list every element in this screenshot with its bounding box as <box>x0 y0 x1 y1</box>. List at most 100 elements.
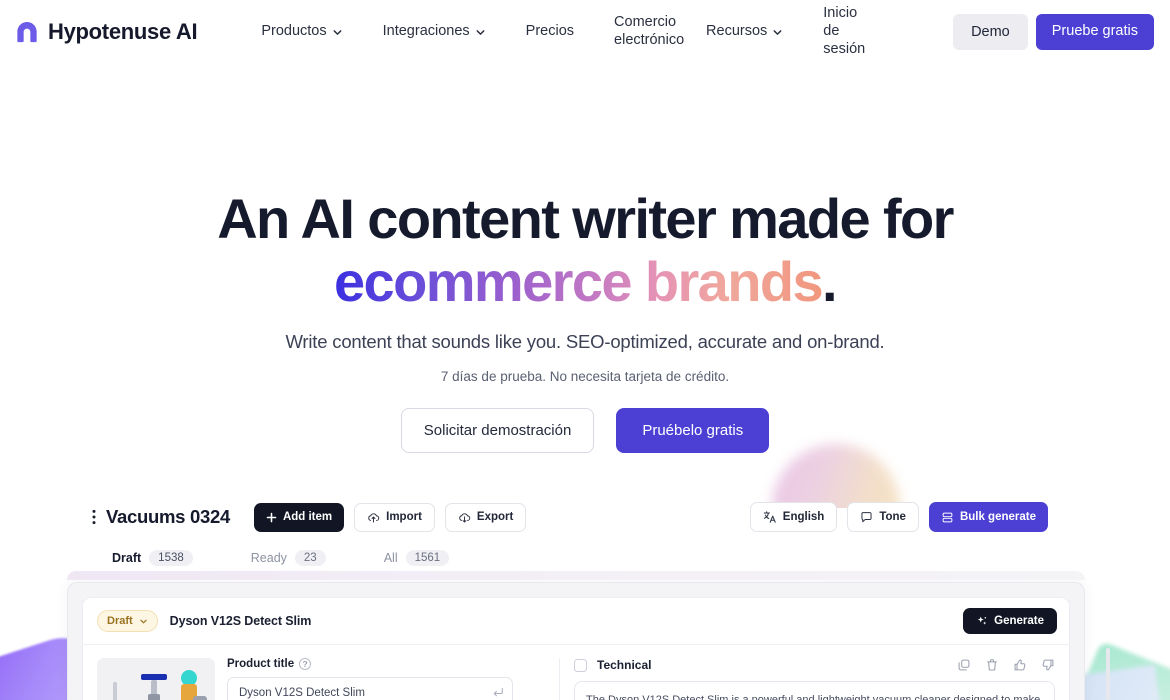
hero-trial-note: 7 días de prueba. No necesita tarjeta de… <box>440 369 730 385</box>
product-thumbnail <box>97 658 215 700</box>
nav-item-label: Recursos <box>706 23 768 40</box>
tab-count: 1561 <box>405 550 450 566</box>
headline-line-1: An AI content writer made for <box>217 187 954 250</box>
info-circle-icon[interactable]: ? <box>299 658 312 670</box>
import-button[interactable]: Import <box>354 502 435 532</box>
nav-item-label: Precios <box>525 23 575 40</box>
enter-return-icon[interactable] <box>492 686 504 698</box>
toolbar-button-label: English <box>782 511 825 523</box>
output-header: Technical <box>574 658 1055 672</box>
nav-item-inicio-de-sesion[interactable]: Inicio de sesión <box>803 0 895 65</box>
generate-button-label: Generate <box>994 615 1044 627</box>
stacked-rows-icon <box>942 512 953 522</box>
landing-page: Hypotenuse AI Productos Integraciones Pr… <box>0 0 1170 700</box>
top-navigation-bar: Hypotenuse AI Productos Integraciones Pr… <box>0 0 1170 64</box>
nav-links: Productos Integraciones Precios Comercio… <box>241 0 953 65</box>
chevron-down-icon <box>333 29 342 35</box>
free-trial-button[interactable]: Pruebe gratis <box>1035 14 1154 50</box>
toolbar-button-label: Export <box>476 511 514 523</box>
output-checkbox[interactable] <box>574 658 587 672</box>
chat-bubble-icon <box>861 511 872 522</box>
tab-label: Ready <box>250 551 287 565</box>
brand-logo[interactable]: Hypotenuse AI <box>14 19 198 45</box>
nav-item-label: Integraciones <box>382 23 470 40</box>
panel-scrollbar[interactable] <box>1106 648 1110 700</box>
vacuum-product-image <box>113 670 207 700</box>
trash-icon[interactable] <box>985 658 999 672</box>
nav-item-label: Productos <box>261 23 327 40</box>
plus-icon <box>266 512 277 522</box>
tab-all[interactable]: All 1561 <box>384 550 450 575</box>
product-title-input[interactable]: Dyson V12S Detect Slim <box>227 677 513 700</box>
translate-icon <box>763 511 776 523</box>
nav-item-productos[interactable]: Productos <box>241 17 362 47</box>
arch-logo-icon <box>17 21 37 43</box>
product-card: Draft Dyson V12S Detect Slim Generate Pr… <box>82 597 1070 700</box>
nav-item-label: Comercio electrónico <box>614 14 685 48</box>
nav-item-label: Inicio de sesión <box>823 5 866 57</box>
tab-draft[interactable]: Draft 1538 <box>106 550 199 575</box>
kebab-menu-icon[interactable] <box>92 509 96 525</box>
tone-button[interactable]: Tone <box>847 502 919 532</box>
tab-label: All <box>383 551 398 565</box>
hero-section: An AI content writer made for ecommerce … <box>0 64 1170 454</box>
tab-count: 1538 <box>149 550 193 566</box>
product-title-input-wrap: Dyson V12S Detect Slim <box>227 677 513 700</box>
product-title-field-group: Product title ? Dyson V12S Detect Slim <box>227 658 513 700</box>
tab-count: 23 <box>294 550 326 566</box>
try-free-button[interactable]: Pruébelo gratis <box>616 408 770 454</box>
status-badge[interactable]: Draft <box>97 610 158 632</box>
product-left-column: Product title ? Dyson V12S Detect Slim <box>97 658 545 700</box>
demo-button[interactable]: Demo <box>953 14 1028 50</box>
bulk-generate-button[interactable]: Bulk generate <box>928 502 1048 532</box>
product-card-header: Draft Dyson V12S Detect Slim Generate <box>83 598 1069 645</box>
headline-period: . <box>822 249 838 313</box>
toolbar-button-label: Bulk generate <box>959 511 1036 523</box>
nav-item-integraciones[interactable]: Integraciones <box>363 17 506 47</box>
headline-gradient-text: ecommerce brands <box>334 249 824 313</box>
copy-icon[interactable] <box>957 658 971 672</box>
toolbar-button-label: Add item <box>282 511 333 523</box>
language-button[interactable]: English <box>749 502 838 532</box>
thumbs-down-icon[interactable] <box>1041 658 1055 672</box>
page-title: An AI content writer made for ecommerce … <box>0 187 1170 313</box>
status-badge-label: Draft <box>107 615 133 627</box>
output-title: Technical <box>597 658 652 672</box>
chevron-down-icon <box>476 29 485 35</box>
generate-button[interactable]: Generate <box>963 608 1057 634</box>
tab-label: Draft <box>112 551 142 565</box>
toolbar-left-actions: Add item Import Export <box>253 502 527 532</box>
toolbar-right-actions: English Tone Bulk generate <box>749 502 1048 532</box>
nav-actions: Demo Pruebe gratis <box>953 14 1154 50</box>
status-tabs: Draft 1538 Ready 23 All 1561 <box>0 536 1170 575</box>
cloud-upload-icon <box>368 512 380 523</box>
toolbar-button-label: Tone <box>879 511 906 523</box>
column-divider <box>559 658 560 700</box>
cloud-download-icon <box>459 512 471 523</box>
request-demo-button[interactable]: Solicitar demostración <box>400 408 595 454</box>
tab-ready[interactable]: Ready 23 <box>251 550 326 575</box>
mockup-toolbar: Vacuums 0324 Add item Import Export Engl… <box>0 498 1170 536</box>
thumbs-up-icon[interactable] <box>1013 658 1027 672</box>
nav-item-recursos[interactable]: Recursos <box>686 17 803 47</box>
export-button[interactable]: Export <box>444 502 527 532</box>
add-item-button[interactable]: Add item <box>253 502 345 532</box>
chevron-down-icon <box>773 29 782 35</box>
nav-item-comercio-electronico[interactable]: Comercio electrónico <box>594 8 686 55</box>
product-card-title: Dyson V12S Detect Slim <box>169 614 312 628</box>
product-right-column: Technical The Dyson V12S Detect Slim is … <box>574 658 1055 700</box>
nav-item-precios[interactable]: Precios <box>506 17 594 47</box>
chevron-down-icon <box>139 619 147 623</box>
product-card-body: Product title ? Dyson V12S Detect Slim T… <box>83 645 1069 700</box>
field-label-text: Product title <box>227 658 295 670</box>
output-text-box[interactable]: The Dyson V12S Detect Slim is a powerful… <box>574 681 1055 700</box>
items-panel: Draft Dyson V12S Detect Slim Generate Pr… <box>67 582 1085 700</box>
hero-subheadline: Write content that sounds like you. SEO-… <box>285 331 885 353</box>
sparkle-icon <box>977 616 987 625</box>
hero-cta-group: Solicitar demostración Pruébelo gratis <box>0 408 1170 454</box>
output-actions <box>957 658 1055 672</box>
project-title: Vacuums 0324 <box>106 506 230 527</box>
app-mockup: Vacuums 0324 Add item Import Export Engl… <box>0 498 1170 700</box>
brand-name: Hypotenuse AI <box>48 19 198 44</box>
toolbar-button-label: Import <box>386 511 422 523</box>
